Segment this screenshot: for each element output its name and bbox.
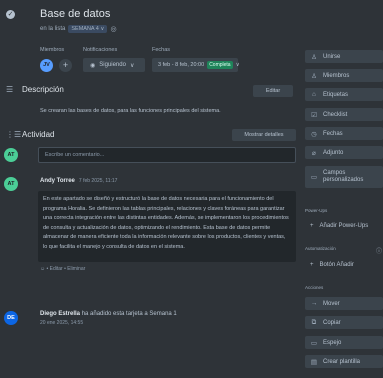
dates-label: Fechas <box>152 47 171 53</box>
custom-fields-icon: ▭ <box>310 173 318 181</box>
copy-icon: ⧉ <box>311 318 317 326</box>
list-prefix: en la lista <box>40 26 66 32</box>
activity-title: Actividad <box>22 130 55 139</box>
copy-button[interactable]: ⧉ Copiar <box>305 316 383 329</box>
comment-input[interactable]: Escribe un comentario... <box>38 147 296 163</box>
log-author-avatar[interactable]: DE <box>4 311 18 325</box>
labels-button[interactable]: ⌂ Etiquetas <box>305 88 383 101</box>
notifications-value: Siguiendo <box>99 62 126 68</box>
move-button[interactable]: → Mover <box>305 297 383 310</box>
log-date[interactable]: 20 ene 2025, 14:55 <box>40 320 83 326</box>
notifications-label: Notificaciones <box>83 47 118 53</box>
actions-label: Acciones <box>305 285 324 290</box>
card-complete-check-icon[interactable]: ✓ <box>6 10 15 19</box>
checklist-button[interactable]: ☑ Checklist <box>305 108 383 121</box>
list-selector[interactable]: SEMANA 4 ∨ <box>68 25 108 33</box>
comment-actions[interactable]: ☺ • Editar • Eliminar <box>40 266 85 272</box>
edit-description-button[interactable]: Editar <box>253 85 293 97</box>
plus-icon: + <box>310 261 314 268</box>
comment-body: En este apartado se diseñó y estructuró … <box>38 191 296 262</box>
members-button[interactable]: ♙ Miembros <box>305 69 383 82</box>
activity-log-entry: Diego Estrella ha añadido esta tarjeta a… <box>40 311 177 317</box>
description-text[interactable]: Se crearan las bases de datos, para las … <box>40 108 221 114</box>
members-label: Miembros <box>40 47 65 53</box>
eye-icon: ◎ <box>110 26 117 33</box>
description-title: Descripción <box>22 85 64 94</box>
date-range: 3 feb - 8 feb, 20:00 <box>158 62 205 68</box>
paperclip-icon: ⌀ <box>312 149 316 157</box>
template-icon: ▤ <box>310 358 318 366</box>
comment-header: Andy Torree 7 feb 2025, 11:17 <box>40 178 117 184</box>
card-detail-main: ✓ Base de datos en la lista SEMANA 4 ∨ ◎… <box>0 0 298 378</box>
comment-author[interactable]: Andy Torree <box>40 178 75 184</box>
eye-icon: ◉ <box>90 62 96 69</box>
activity-icon: ⋮☰ <box>6 130 22 139</box>
make-template-button[interactable]: ▤ Crear plantilla <box>305 355 383 368</box>
chevron-down-icon: ∨ <box>129 62 135 69</box>
card-list-info: en la lista SEMANA 4 ∨ ◎ <box>40 25 117 33</box>
custom-fields-button[interactable]: ▭ Campos personalizados <box>305 166 383 188</box>
dates-side-button[interactable]: ◷ Fechas <box>305 127 383 140</box>
mirror-icon: ▭ <box>310 339 318 347</box>
mirror-button[interactable]: ▭ Espejo <box>305 336 383 349</box>
chevron-down-icon: ∨ <box>235 62 240 68</box>
checkbox-icon: ☑ <box>311 111 317 119</box>
info-icon[interactable]: ⓘ <box>376 246 382 255</box>
user-plus-icon: ♙ <box>311 53 317 61</box>
dates-button[interactable]: 3 feb - 8 feb, 20:00 Completa ∨ <box>152 58 240 72</box>
join-button[interactable]: ♙ Unirse <box>305 50 383 63</box>
card-title[interactable]: Base de datos <box>40 8 110 20</box>
member-avatar[interactable]: JV <box>40 59 53 72</box>
description-icon: ☰ <box>6 85 14 94</box>
log-text: ha añadido esta tarjeta a Semana 1 <box>81 311 177 317</box>
notifications-button[interactable]: ◉ Siguiendo ∨ <box>83 58 145 72</box>
comment-date[interactable]: 7 feb 2025, 11:17 <box>79 178 118 184</box>
tag-icon: ⌂ <box>312 91 316 98</box>
status-badge: Completa <box>207 61 233 69</box>
comment-author-avatar[interactable]: AT <box>4 177 18 191</box>
attachment-button[interactable]: ⌀ Adjunto <box>305 146 383 159</box>
arrow-right-icon: → <box>310 300 318 307</box>
show-details-button[interactable]: Mostrar detalles <box>232 129 296 141</box>
user-icon: ♙ <box>311 72 317 80</box>
automation-label: Automatización <box>305 246 336 251</box>
clock-icon: ◷ <box>311 130 317 138</box>
plus-icon: + <box>310 222 314 229</box>
log-author[interactable]: Diego Estrella <box>40 311 80 317</box>
add-member-plus-icon[interactable]: + <box>59 59 72 72</box>
current-user-avatar: AT <box>4 148 18 162</box>
add-button-button[interactable]: + Botón Añadir <box>305 258 383 271</box>
add-powerups-button[interactable]: + Añadir Power-Ups <box>305 219 383 232</box>
powerups-label: Power-Ups <box>305 208 328 213</box>
